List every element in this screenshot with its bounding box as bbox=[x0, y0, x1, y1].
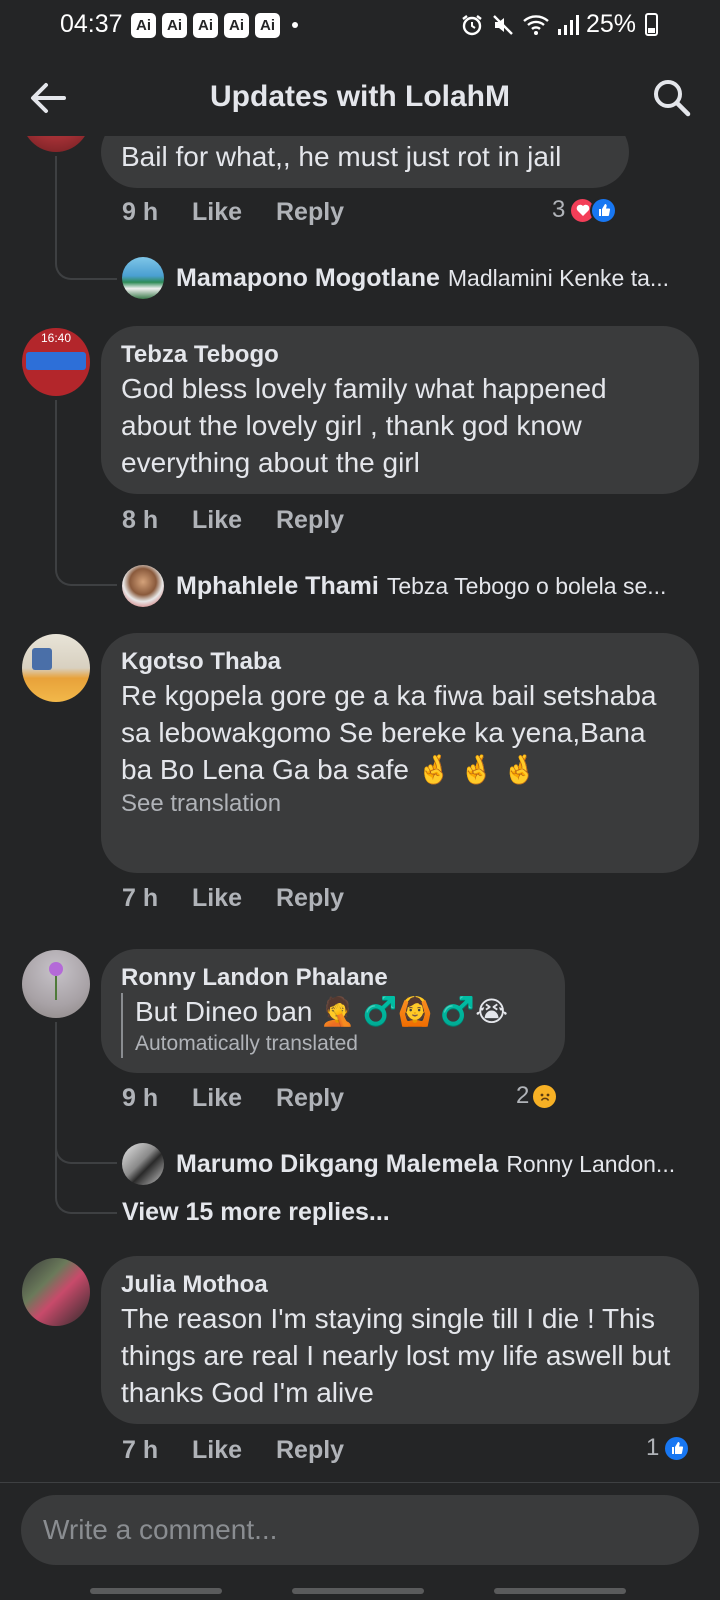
reply-snippet: Ronny Landon... bbox=[506, 1150, 676, 1177]
like-button[interactable]: Like bbox=[192, 506, 242, 535]
comment-bubble[interactable]: Bail for what,, he must just rot in jail bbox=[101, 136, 629, 188]
avatar[interactable]: 16:40 bbox=[22, 328, 90, 396]
search-icon bbox=[654, 80, 691, 117]
comment-text: Bail for what,, he must just rot in jail bbox=[121, 141, 562, 172]
reaction-count: 3 bbox=[552, 196, 566, 223]
comment-actions: 7 h Like Reply bbox=[122, 1436, 682, 1476]
nav-back-button[interactable] bbox=[494, 1588, 626, 1594]
status-bar: 04:37 Ai Ai Ai Ai Ai 25% bbox=[0, 0, 720, 52]
reaction-summary[interactable]: 2 bbox=[516, 1082, 559, 1110]
comment-bubble[interactable]: Kgotso Thaba Re kgopela gore ge a ka fiw… bbox=[101, 633, 699, 873]
avatar-figure bbox=[32, 648, 52, 670]
reply-button[interactable]: Reply bbox=[276, 1084, 344, 1113]
comment-input[interactable] bbox=[21, 1495, 699, 1565]
comment-list: Bail for what,, he must just rot in jail… bbox=[0, 136, 720, 1482]
nav-home-button[interactable] bbox=[292, 1588, 424, 1594]
reply-author: Marumo Dikgang Malemela bbox=[176, 1149, 499, 1178]
app-header: Updates with LolahM bbox=[0, 62, 720, 136]
status-right: 25% bbox=[460, 10, 658, 39]
avatar-notification-card bbox=[26, 352, 86, 370]
view-more-replies-link[interactable]: View 15 more replies... bbox=[122, 1198, 390, 1227]
comment-author[interactable]: Ronny Landon Phalane bbox=[121, 963, 545, 993]
reaction-summary[interactable]: 1 bbox=[646, 1434, 691, 1462]
like-button[interactable]: Like bbox=[192, 198, 242, 227]
reply-snippet: Tebza Tebogo o bolela se... bbox=[386, 572, 667, 599]
reply-author: Mphahlele Thami bbox=[176, 571, 379, 600]
ai-badge: Ai bbox=[131, 13, 156, 38]
comment-author[interactable]: Julia Mothoa bbox=[121, 1270, 679, 1300]
like-button[interactable]: Like bbox=[192, 884, 242, 913]
comment-time[interactable]: 7 h bbox=[122, 1436, 158, 1465]
comment-text: The reason I'm staying single till I die… bbox=[121, 1303, 671, 1408]
signal-icon bbox=[557, 14, 579, 35]
auto-translated-label: Automatically translated bbox=[135, 1032, 358, 1055]
status-time: 04:37 bbox=[60, 10, 123, 38]
comment-time[interactable]: 8 h bbox=[122, 506, 158, 535]
reply-preview[interactable]: Mamapono Mogotlane Madlamini Kenke ta... bbox=[122, 256, 696, 300]
reply-avatar bbox=[122, 1143, 164, 1185]
reply-snippet: Madlamini Kenke ta... bbox=[447, 264, 670, 291]
avatar[interactable] bbox=[22, 1258, 90, 1326]
like-reaction-icon bbox=[663, 1434, 691, 1462]
comment-text: God bless lovely family what happened ab… bbox=[121, 373, 607, 478]
search-button[interactable] bbox=[650, 76, 694, 120]
reply-button[interactable]: Reply bbox=[276, 1436, 344, 1465]
like-button[interactable]: Like bbox=[192, 1436, 242, 1465]
reaction-summary[interactable]: 3 bbox=[552, 196, 618, 224]
reaction-count: 1 bbox=[646, 1434, 660, 1461]
comment-bubble[interactable]: Julia Mothoa The reason I'm staying sing… bbox=[101, 1256, 699, 1424]
comment-actions: 8 h Like Reply bbox=[122, 506, 682, 546]
ai-badge: Ai bbox=[224, 13, 249, 38]
ai-badge: Ai bbox=[193, 13, 218, 38]
translated-quote: But Dineo ban 🤦 ♂️🙆 ♂️😭 Automatically tr… bbox=[121, 993, 545, 1058]
comment-composer bbox=[0, 1482, 720, 1600]
reply-button[interactable]: Reply bbox=[276, 506, 344, 535]
reply-button[interactable]: Reply bbox=[276, 884, 344, 913]
battery-icon bbox=[645, 13, 658, 36]
see-translation-link[interactable]: See translation bbox=[121, 788, 679, 820]
comment-actions: 9 h Like Reply bbox=[122, 1084, 682, 1124]
comment-text: But Dineo ban 🤦 ♂️🙆 ♂️😭 bbox=[135, 996, 508, 1027]
comment-time[interactable]: 9 h bbox=[122, 1084, 158, 1113]
ai-badge: Ai bbox=[255, 13, 280, 38]
comment-bubble[interactable]: Tebza Tebogo God bless lovely family wha… bbox=[101, 326, 699, 494]
avatar-clock-text: 16:40 bbox=[40, 331, 72, 345]
avatar[interactable] bbox=[22, 634, 90, 702]
mute-icon bbox=[493, 14, 513, 35]
comment-author[interactable]: Kgotso Thaba bbox=[121, 647, 679, 677]
comment-time[interactable]: 7 h bbox=[122, 884, 158, 913]
reaction-count: 2 bbox=[516, 1082, 530, 1109]
ai-notification-badges: Ai Ai Ai Ai Ai bbox=[131, 13, 280, 38]
notification-dot bbox=[292, 22, 298, 28]
alarm-icon bbox=[462, 14, 482, 35]
reply-preview[interactable]: Mphahlele Thami Tebza Tebogo o bolela se… bbox=[122, 564, 698, 608]
reply-author: Mamapono Mogotlane bbox=[176, 263, 440, 292]
like-reaction-icon bbox=[590, 196, 618, 224]
comment-actions: 7 h Like Reply bbox=[122, 884, 682, 924]
page-title: Updates with LolahM bbox=[210, 80, 510, 113]
comment-bubble[interactable]: Ronny Landon Phalane But Dineo ban 🤦 ♂️🙆… bbox=[101, 949, 565, 1073]
avatar-flower bbox=[49, 962, 63, 976]
wifi-icon bbox=[523, 14, 549, 35]
reply-avatar bbox=[122, 257, 164, 299]
ai-badge: Ai bbox=[162, 13, 187, 38]
battery-percent: 25% bbox=[585, 10, 636, 38]
comment-author[interactable]: Tebza Tebogo bbox=[121, 340, 679, 370]
reply-button[interactable]: Reply bbox=[276, 198, 344, 227]
like-button[interactable]: Like bbox=[192, 1084, 242, 1113]
avatar[interactable] bbox=[22, 136, 90, 152]
nav-recents-button[interactable] bbox=[90, 1588, 222, 1594]
comment-time[interactable]: 9 h bbox=[122, 198, 158, 227]
sad-reaction-icon bbox=[531, 1082, 559, 1110]
reply-preview[interactable]: Marumo Dikgang Malemela Ronny Landon... bbox=[122, 1142, 696, 1186]
thread-connector bbox=[55, 156, 117, 280]
avatar-stem bbox=[55, 976, 57, 1000]
reply-avatar bbox=[122, 565, 164, 607]
comment-text: Re kgopela gore ge a ka fiwa bail setsha… bbox=[121, 680, 657, 785]
avatar[interactable] bbox=[22, 950, 90, 1018]
